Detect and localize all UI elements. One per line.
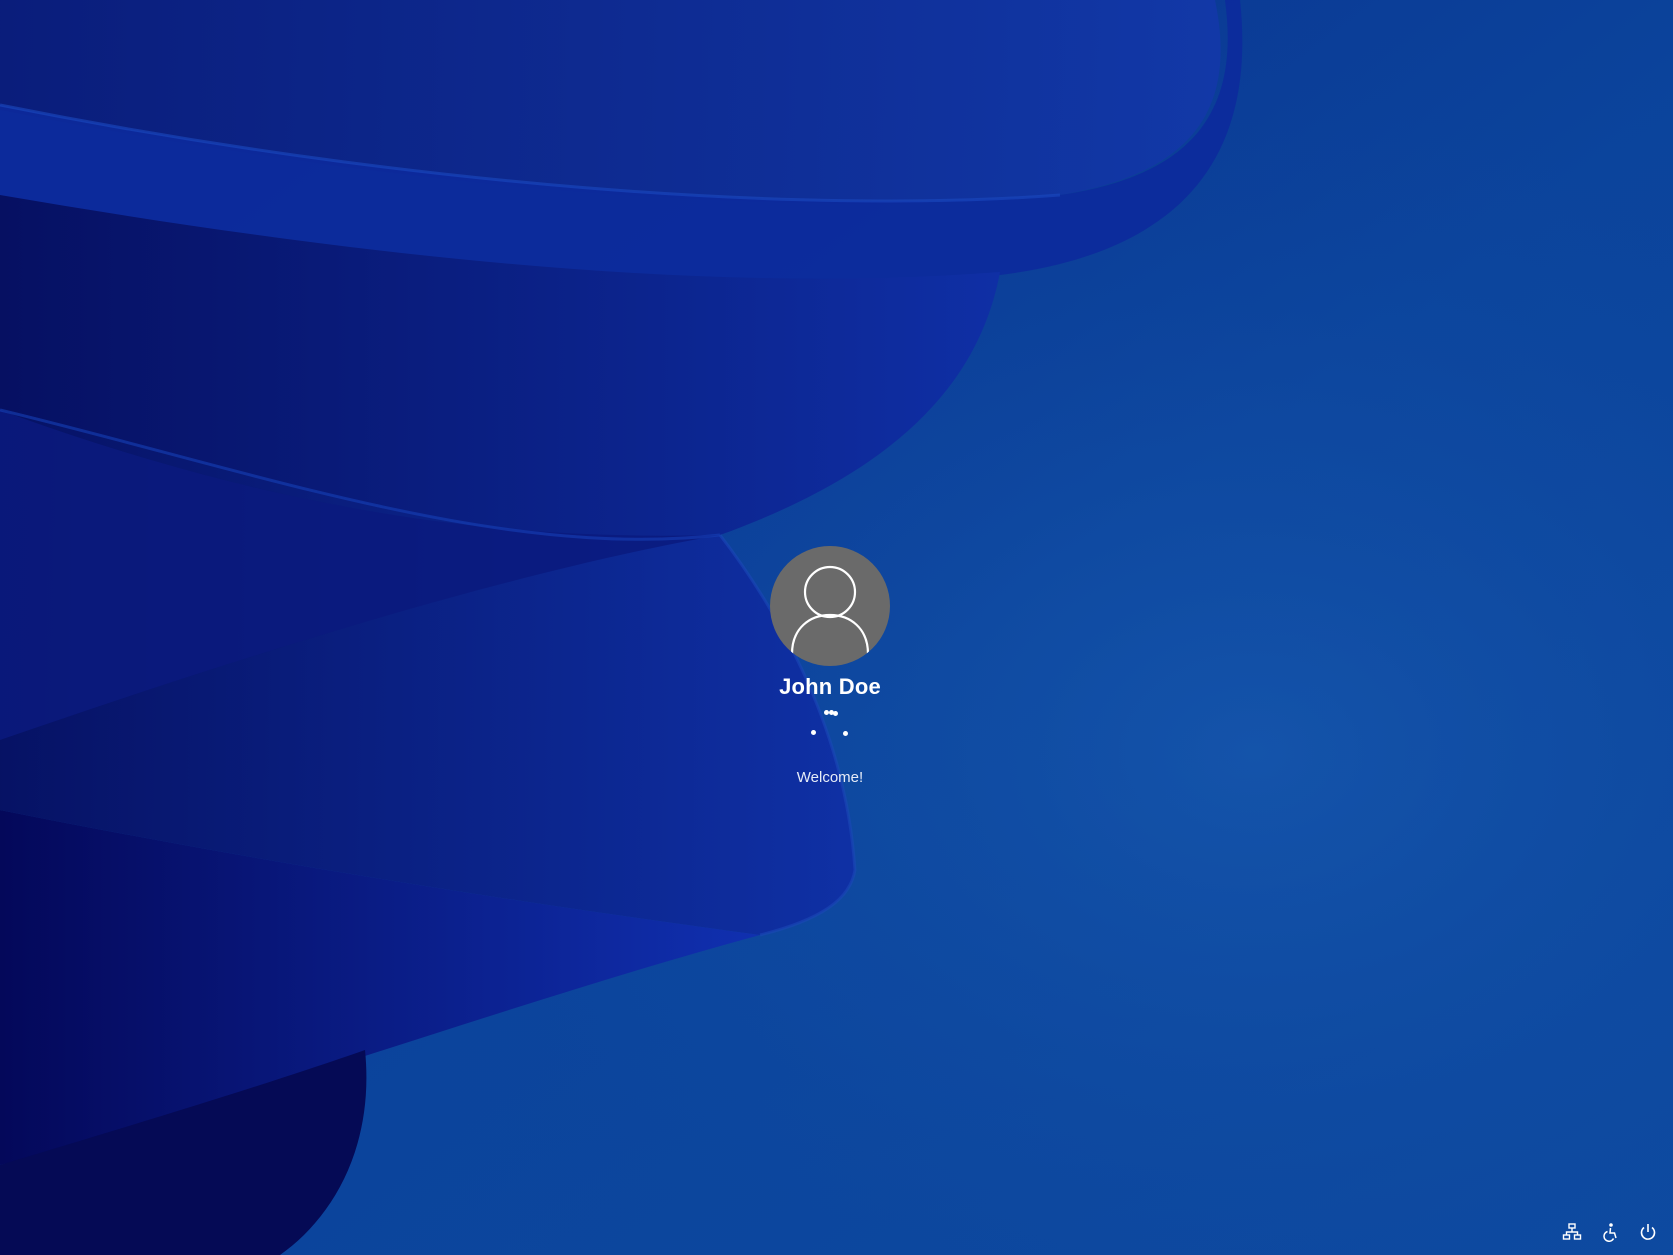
system-tray [1561,1219,1659,1245]
loading-spinner-icon [800,710,860,750]
accessibility-icon[interactable] [1599,1221,1621,1243]
status-message: Welcome! [796,769,864,786]
power-icon[interactable] [1637,1221,1659,1243]
user-avatar [770,546,890,666]
network-icon[interactable] [1561,1221,1583,1243]
default-user-icon [790,565,870,655]
user-name: John Doe [779,674,881,699]
